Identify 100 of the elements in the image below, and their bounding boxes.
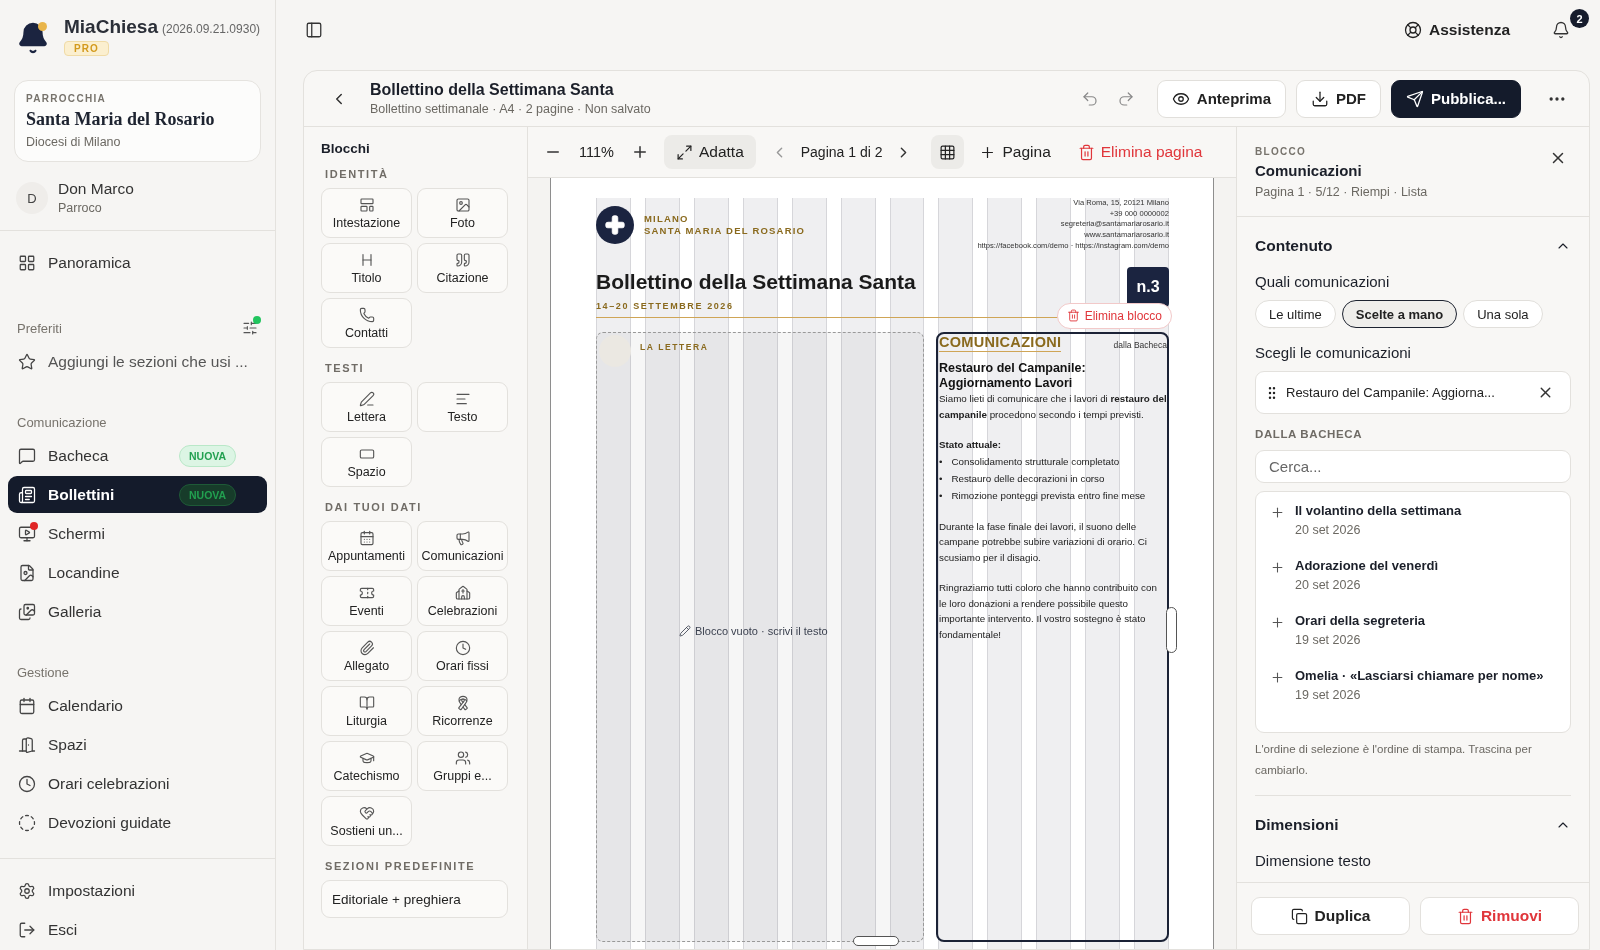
- resize-handle[interactable]: [1166, 606, 1177, 653]
- new-badge: NUOVA: [179, 483, 237, 506]
- expand-icon: [675, 143, 693, 161]
- clock-icon: [18, 774, 36, 793]
- lifebuoy-icon: [1404, 21, 1422, 39]
- block-tile[interactable]: Sostieni un...: [321, 796, 412, 846]
- delete-page-button[interactable]: Elimina pagina: [1071, 143, 1209, 161]
- delete-block-button[interactable]: Elimina blocco: [1056, 302, 1172, 329]
- block-heading: COMUNICAZIONI: [939, 333, 1062, 352]
- news-block[interactable]: [936, 331, 1169, 942]
- plus-icon: [1270, 560, 1285, 575]
- block-tile[interactable]: Intestazione: [321, 188, 412, 238]
- diocese: Diocesi di Milano: [26, 135, 122, 149]
- block-tile[interactable]: Celebrazioni: [417, 576, 508, 626]
- block-tile[interactable]: Liturgia: [321, 686, 412, 736]
- toolbar-button[interactable]: PDF: [1296, 79, 1381, 118]
- copy-icon: [1290, 907, 1308, 925]
- city: MILANO: [644, 213, 690, 225]
- section-header[interactable]: Contenuto: [1255, 217, 1571, 265]
- nav-item[interactable]: Calendario: [8, 687, 267, 724]
- block-tile[interactable]: Gruppi e...: [417, 741, 508, 791]
- bulletin-title: Bollettino della Settimana Santa: [596, 269, 916, 294]
- help-button[interactable]: Assistenza: [1398, 20, 1516, 40]
- item-date: 20 set 2026: [1295, 523, 1362, 537]
- group-title: DALLA BACHECA: [1255, 428, 1364, 440]
- item-date: 19 set 2026: [1295, 633, 1362, 647]
- block-tile[interactable]: Allegato: [321, 631, 412, 681]
- item-title: Adorazione del venerdì: [1295, 558, 1439, 573]
- search-field[interactable]: Cerca...: [1255, 450, 1571, 483]
- nav-item[interactable]: Spazi: [8, 726, 267, 763]
- notifications-icon[interactable]: [1552, 21, 1570, 39]
- block-tile[interactable]: Contatti: [321, 298, 412, 348]
- nav-item[interactable]: Devozioni guidate: [8, 804, 267, 841]
- news-title: Restauro del Campanile: Aggiornamento Lavori: [939, 361, 1087, 391]
- block-tile[interactable]: Eventi: [321, 576, 412, 626]
- section-header[interactable]: Dimensioni: [1255, 796, 1571, 844]
- trash-icon: [1456, 907, 1474, 925]
- fit-button[interactable]: Adatta: [663, 135, 756, 169]
- add-favorites-link[interactable]: Aggiungi le sezioni che usi ...: [8, 343, 267, 380]
- block-tile[interactable]: Titolo: [321, 243, 412, 293]
- bullet: •: [939, 488, 943, 503]
- list-item: Rimozione ponteggi prevista entro fine mese: [951, 488, 1146, 503]
- user-avatar: D: [16, 182, 48, 214]
- board-item[interactable]: Omelia · «Lasciarsi chiamare per nome» 19 set 2026: [1256, 661, 1570, 716]
- block-tile[interactable]: Catechismo: [321, 741, 412, 791]
- block-tile[interactable]: Citazione: [417, 243, 508, 293]
- plus-icon: [1270, 505, 1285, 520]
- item-title: Il volantino della settimana: [1295, 503, 1462, 518]
- book-icon: [358, 694, 375, 711]
- duplicate-button[interactable]: Duplica: [1251, 897, 1410, 935]
- remove-button[interactable]: Rimuovi: [1420, 897, 1579, 935]
- block-tile[interactable]: Appuntamenti: [321, 521, 412, 571]
- board-item[interactable]: Il volantino della settimana 20 set 2026: [1256, 496, 1570, 551]
- bullet: •: [939, 471, 943, 486]
- selected-item[interactable]: Restauro del Campanile: Aggiorna...: [1255, 371, 1571, 414]
- section-title: Gestione: [16, 665, 71, 680]
- group-title: DAI TUOI DATI: [325, 501, 423, 513]
- pencil-icon: [679, 624, 691, 637]
- block-tile[interactable]: Spazio: [321, 437, 412, 487]
- clock-icon: [454, 639, 471, 656]
- option-chip[interactable]: Le ultime: [1255, 300, 1336, 328]
- board-item[interactable]: Orari della segreteria 19 set 2026: [1256, 606, 1570, 661]
- block-tile[interactable]: Ricorrenze: [417, 686, 508, 736]
- newspaper-icon: [18, 485, 36, 504]
- layout-icon: [358, 196, 375, 213]
- option-chip[interactable]: Una sola: [1463, 300, 1543, 328]
- item-date: 19 set 2026: [1295, 688, 1362, 702]
- nav-item[interactable]: Esci: [8, 911, 267, 948]
- block-tile[interactable]: Comunicazioni: [417, 521, 508, 571]
- nav-item[interactable]: Impostazioni: [8, 872, 267, 909]
- new-badge: NUOVA: [179, 444, 237, 467]
- nav-item[interactable]: Bacheca NUOVA: [8, 437, 267, 474]
- option-chip[interactable]: Scelte a mano: [1341, 300, 1458, 328]
- grid-toggle[interactable]: [931, 135, 965, 169]
- trash-icon: [1066, 309, 1080, 322]
- nav-item[interactable]: Locandine: [8, 554, 267, 591]
- item-title: Orari della segreteria: [1295, 613, 1426, 628]
- parish-card[interactable]: PARROCCHIA Santa Maria del Rosario Diocesi di Milano: [14, 80, 261, 162]
- block-tile[interactable]: Lettera: [321, 382, 412, 432]
- preset-button[interactable]: Editoriale + preghiera: [321, 880, 508, 918]
- nav-item[interactable]: Bollettini NUOVA: [8, 476, 267, 513]
- nav-item[interactable]: Galleria: [8, 593, 267, 630]
- users-icon: [454, 749, 471, 766]
- nav-item[interactable]: Schermi: [8, 515, 267, 552]
- inspector-label: BLOCCO: [1255, 146, 1307, 157]
- board-item[interactable]: Adorazione del venerdì 20 set 2026: [1256, 551, 1570, 606]
- field-label: Scegli le comunicazioni: [1255, 344, 1412, 361]
- resize-handle[interactable]: [853, 935, 899, 946]
- nav-item[interactable]: Orari celebrazioni: [8, 765, 267, 802]
- toolbar-button[interactable]: Anteprima: [1156, 79, 1286, 118]
- help-text: L'ordine di selezione è l'ordine di stampa. Trascina per cambiarlo.: [1255, 739, 1571, 796]
- block-tile[interactable]: Foto: [417, 188, 508, 238]
- publish-button[interactable]: Pubblica...: [1391, 79, 1521, 118]
- block-tile[interactable]: Orari fissi: [417, 631, 508, 681]
- block-tile[interactable]: Testo: [417, 382, 508, 432]
- page-indicator: Pagina 1 di 2: [799, 144, 884, 160]
- document-meta: Bollettino settimanale · A4 · 2 pagine · Non salvato: [370, 102, 651, 116]
- add-page-button[interactable]: Pagina: [973, 143, 1057, 161]
- item-title: Omelia · «Lasciarsi chiamare per nome»: [1295, 668, 1544, 683]
- nav-item[interactable]: Panoramica: [8, 244, 267, 281]
